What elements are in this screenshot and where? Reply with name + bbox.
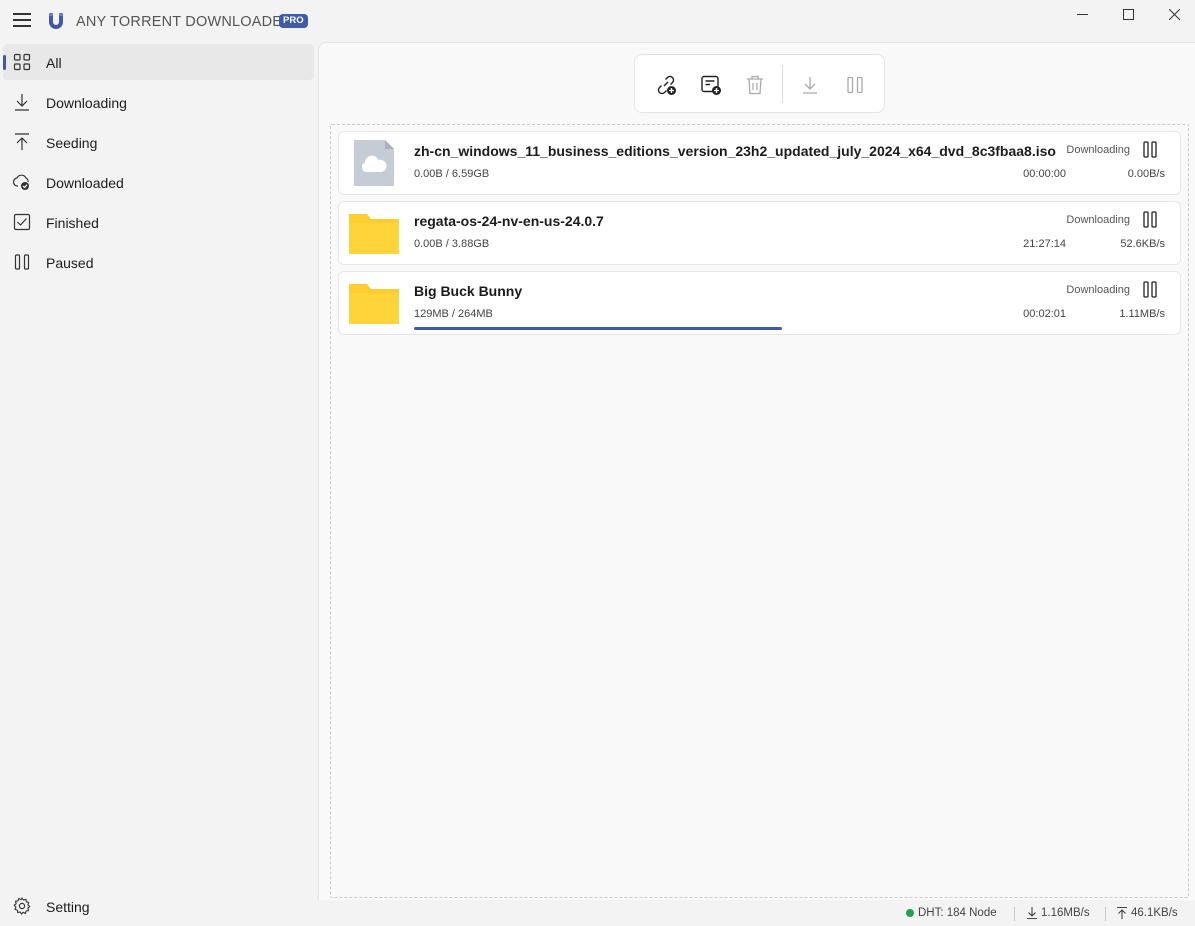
setting-label: Setting: [46, 899, 90, 915]
task-name: zh-cn_windows_11_business_editions_versi…: [414, 143, 1056, 159]
add-torrent-file-icon: [701, 75, 721, 95]
folder-icon: [349, 284, 399, 324]
sidebar-item-label: Seeding: [46, 135, 98, 151]
delete-icon: [747, 75, 763, 95]
cloud-file-icon: [354, 140, 394, 186]
sidebar-item-setting[interactable]: Setting: [3, 889, 314, 925]
progress-bar: [414, 327, 1165, 330]
task-row[interactable]: regata-os-24-nv-en-us-24.0.7 0.00B / 3.8…: [338, 201, 1181, 265]
pro-badge: PRO: [279, 14, 308, 28]
add-link-button[interactable]: [648, 67, 684, 103]
task-size: 0.00B / 3.88GB: [414, 238, 490, 250]
task-remaining-time: 00:00:00: [1023, 168, 1066, 180]
pause-icon[interactable]: [1142, 141, 1158, 159]
status-bar: DHT: 184 Node 1.16MB/s 46.1KB/s: [318, 900, 1195, 926]
dht-text: DHT: 184 Node: [918, 907, 997, 919]
sidebar-item-label: All: [46, 55, 62, 71]
pause-icon: [14, 254, 30, 270]
main-panel: zh-cn_windows_11_business_editions_versi…: [318, 42, 1195, 900]
status-separator: [1105, 907, 1106, 921]
upload-speed-text: 46.1KB/s: [1131, 907, 1178, 919]
task-remaining-time: 21:27:14: [1023, 238, 1066, 250]
pause-icon: [847, 76, 863, 94]
minimize-button[interactable]: [1059, 0, 1105, 28]
delete-button[interactable]: [737, 67, 773, 103]
sidebar-item-seeding[interactable]: Seeding: [3, 124, 314, 160]
maximize-icon: [1122, 8, 1134, 20]
task-speed: 1.11MB/s: [1119, 308, 1165, 320]
task-status: Downloading: [1066, 284, 1130, 296]
task-speed: 0.00B/s: [1127, 168, 1165, 180]
task-speed: 52.6KB/s: [1120, 238, 1165, 250]
status-separator: [1014, 907, 1015, 921]
task-name: regata-os-24-nv-en-us-24.0.7: [414, 213, 604, 229]
sidebar-item-label: Paused: [46, 255, 94, 271]
close-icon: [1168, 8, 1180, 20]
app-logo-icon: [49, 13, 63, 29]
minimize-icon: [1076, 13, 1088, 15]
progress-bar: [414, 187, 1165, 189]
task-remaining-time: 00:02:01: [1023, 308, 1066, 320]
toolbar: [634, 54, 885, 113]
sidebar-item-finished[interactable]: Finished: [3, 204, 314, 240]
grid-icon: [13, 53, 31, 71]
cloud-check-icon: [13, 174, 29, 190]
checkbox-icon: [13, 213, 31, 231]
pause-icon[interactable]: [1142, 211, 1158, 229]
sidebar-item-label: Downloaded: [46, 175, 124, 191]
progress-fill: [414, 327, 782, 330]
download-icon: [803, 77, 817, 94]
add-torrent-file-button[interactable]: [693, 67, 729, 103]
task-status: Downloading: [1066, 214, 1130, 226]
sidebar-item-downloaded[interactable]: Downloaded: [3, 164, 314, 200]
close-button[interactable]: [1151, 0, 1195, 28]
app-title: ANY TORRENT DOWNLOADER: [76, 14, 293, 30]
task-list: zh-cn_windows_11_business_editions_versi…: [330, 124, 1189, 898]
task-row[interactable]: Big Buck Bunny 129MB / 264MB Downloading…: [338, 271, 1181, 335]
download-arrow-icon: [1027, 907, 1037, 919]
folder-icon: [349, 214, 399, 254]
hamburger-menu-icon[interactable]: [13, 13, 31, 29]
download-arrow-icon: [15, 94, 29, 111]
pause-all-button[interactable]: [837, 67, 873, 103]
download-speed-text: 1.16MB/s: [1041, 907, 1090, 919]
task-row[interactable]: zh-cn_windows_11_business_editions_versi…: [338, 131, 1181, 195]
dht-status: DHT: 184 Node: [906, 907, 997, 919]
task-status: Downloading: [1066, 144, 1130, 156]
dht-online-dot: [906, 909, 914, 917]
sidebar: All Downloading Seeding Downloaded Finis…: [0, 42, 318, 926]
upload-arrow-icon: [15, 133, 29, 150]
sidebar-item-paused[interactable]: Paused: [3, 244, 314, 280]
global-download-speed: 1.16MB/s: [1027, 907, 1090, 919]
sidebar-item-all[interactable]: All: [3, 44, 314, 80]
start-download-button[interactable]: [792, 67, 828, 103]
sidebar-item-label: Finished: [46, 215, 99, 231]
pause-icon[interactable]: [1142, 281, 1158, 299]
sidebar-item-downloading[interactable]: Downloading: [3, 84, 314, 120]
gear-icon: [13, 897, 31, 915]
add-link-icon: [657, 75, 676, 95]
progress-bar: [414, 257, 1165, 259]
sidebar-item-label: Downloading: [46, 95, 127, 111]
task-size: 0.00B / 6.59GB: [414, 168, 490, 180]
task-name: Big Buck Bunny: [414, 283, 523, 299]
toolbar-separator: [782, 65, 783, 103]
task-size: 129MB / 264MB: [414, 308, 493, 320]
global-upload-speed: 46.1KB/s: [1117, 907, 1178, 919]
title-bar: ANY TORRENT DOWNLOADER PRO: [0, 0, 1195, 42]
upload-arrow-icon: [1117, 907, 1127, 919]
maximize-button[interactable]: [1105, 0, 1151, 28]
